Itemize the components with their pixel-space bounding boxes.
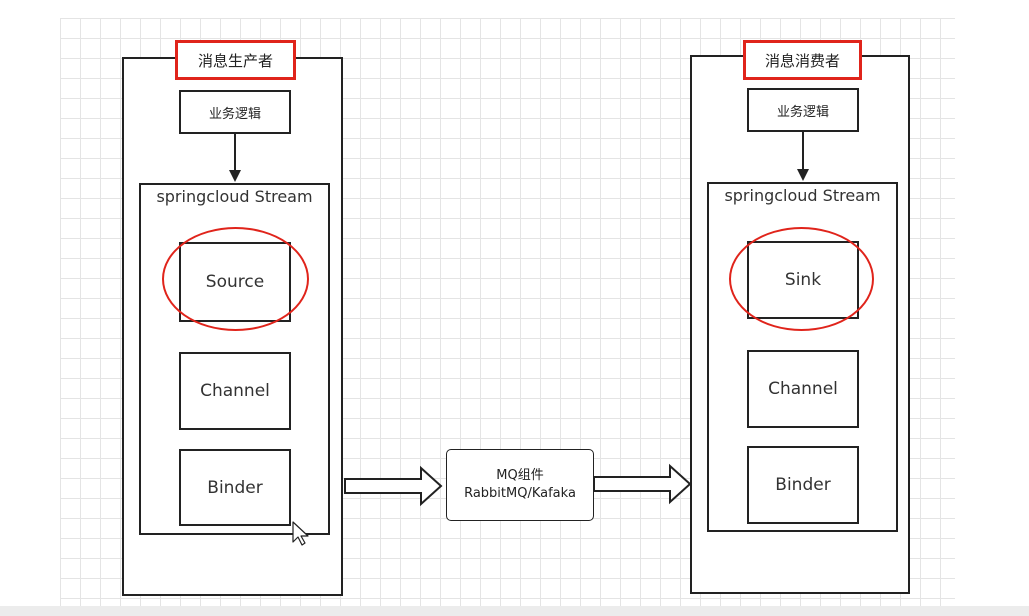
mq-to-consumer-arrow bbox=[593, 463, 692, 505]
arrow-overlay bbox=[229, 132, 809, 546]
producer-down-arrow bbox=[229, 134, 241, 182]
producer-to-mq-arrow bbox=[344, 465, 443, 507]
consumer-down-arrow bbox=[797, 132, 809, 181]
mouse-cursor-icon bbox=[292, 521, 309, 546]
